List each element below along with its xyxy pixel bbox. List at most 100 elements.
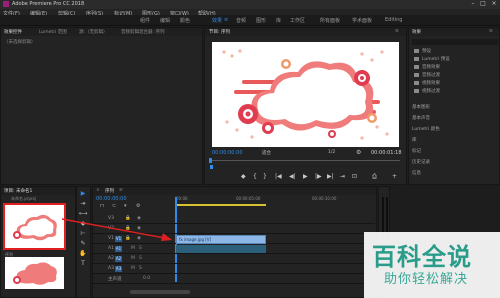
add-marker-timeline-icon[interactable]: ▾	[124, 203, 127, 209]
work-area-bar[interactable]	[176, 204, 266, 206]
mark-in-icon[interactable]: {	[253, 173, 257, 180]
resolution-dropdown[interactable]: 1/2	[328, 150, 335, 155]
timeline-menu-icon[interactable]: ≡	[119, 188, 123, 193]
effects-item-video-transitions[interactable]: 视频过渡	[414, 88, 440, 94]
selection-tool-icon[interactable]: ▶	[78, 190, 88, 199]
export-frame-icon[interactable]: ⎙	[372, 173, 377, 181]
fit-dropdown[interactable]: 适合	[262, 150, 271, 156]
snap-icon[interactable]: ⊓	[100, 203, 104, 209]
track-select-icon[interactable]: ⇥	[78, 200, 88, 209]
effects-item-lumetri-presets[interactable]: Lumetri 预设	[414, 56, 450, 62]
solo-icon[interactable]: S	[139, 246, 142, 251]
maximize-icon[interactable]: □	[478, 0, 488, 8]
timeline-timecode[interactable]: 00:00:00:00	[96, 196, 127, 202]
minimize-icon[interactable]: –	[468, 0, 478, 8]
tab-source[interactable]: 源:（无剪辑）	[79, 29, 108, 35]
solo-icon[interactable]: S	[139, 266, 142, 271]
workspace-custom[interactable]: Editing	[385, 17, 402, 23]
workspace-libraries[interactable]: 库	[276, 17, 281, 24]
workspace-bar: 组件 编辑 颜色 效果 ≡ 音频 图形 库 工作区 所有面板 学术面板 Edit…	[0, 15, 500, 26]
timeline-close-icon[interactable]: ×	[96, 188, 100, 193]
premiere-logo-icon	[3, 1, 9, 7]
zoom-handle[interactable]	[210, 165, 213, 169]
workspace-all-panels[interactable]: 所有面板	[320, 17, 340, 24]
track-target-a1[interactable]: A1	[115, 246, 122, 252]
workspace-color[interactable]: 颜色	[180, 17, 190, 24]
tab-lumetri-scopes[interactable]: Lumetri 范围	[39, 29, 67, 35]
hand-tool-icon[interactable]: ✋	[78, 250, 88, 259]
tab-audio-clip-mixer[interactable]: 音频剪辑混合器: 序列	[121, 29, 164, 35]
play-icon[interactable]: ▶	[303, 173, 308, 180]
source-panel: 效果控件 Lumetri 范围 源:（无剪辑） 音频剪辑混合器: 序列 （未选择…	[0, 27, 203, 185]
timeline-scrollbar[interactable]	[130, 290, 190, 294]
workspace-graphics[interactable]: 图形	[256, 17, 266, 24]
track-target-a2[interactable]: A2	[115, 256, 122, 262]
workspace-editing[interactable]: 编辑	[160, 17, 170, 24]
go-to-out-icon[interactable]: ▶|	[327, 173, 334, 180]
add-marker-icon[interactable]: ◆	[241, 173, 246, 180]
track-master: 主声道 0.0	[93, 275, 375, 284]
mute-icon[interactable]: M	[131, 246, 135, 251]
timeline-settings-icon[interactable]: ⚙	[136, 203, 140, 209]
mute-icon[interactable]: M	[131, 256, 135, 261]
section-libraries[interactable]: 库	[412, 137, 417, 143]
type-tool-icon[interactable]: T	[78, 260, 88, 269]
clip-thumbnail[interactable]	[5, 257, 64, 289]
panel-menu-icon[interactable]: ≡	[395, 29, 399, 34]
extract-icon[interactable]: ⊡	[352, 173, 357, 180]
solo-icon[interactable]: S	[139, 256, 142, 261]
folder-icon	[414, 88, 419, 93]
clip-thumbnail-selected[interactable]	[3, 203, 66, 250]
effects-search-input[interactable]	[412, 39, 498, 45]
button-editor-icon[interactable]: +	[392, 173, 397, 180]
lift-icon[interactable]: ⇥	[340, 173, 345, 180]
ruler-label-5: 00:00:05:00	[236, 196, 261, 201]
program-playhead[interactable]	[209, 158, 212, 163]
effects-item-audio-transitions[interactable]: 音频过渡	[414, 72, 440, 78]
section-lumetri-color[interactable]: Lumetri 颜色	[412, 126, 440, 132]
master-value[interactable]: 0.0	[143, 276, 150, 281]
tab-effects[interactable]: 效果	[412, 29, 421, 35]
effects-item-presets[interactable]: 预设	[414, 48, 431, 54]
track-target-a3[interactable]: A3	[115, 266, 122, 272]
program-scrub-bar[interactable]	[210, 160, 400, 161]
close-icon[interactable]: ×	[489, 0, 499, 8]
linked-selection-icon[interactable]: ⊂	[112, 203, 116, 209]
folder-icon	[414, 64, 419, 69]
effects-item-video-effects[interactable]: 视频效果	[414, 80, 440, 86]
workspace-academic[interactable]: 学术面板	[352, 17, 372, 24]
workspace-menu-icon[interactable]: ≡	[224, 17, 228, 23]
mute-icon[interactable]: M	[131, 266, 135, 271]
effects-item-audio-effects[interactable]: 音频效果	[414, 64, 440, 70]
step-back-icon[interactable]: ◀|	[289, 173, 296, 180]
settings-wrench-icon[interactable]: ⚙	[356, 149, 361, 156]
timeline-audio-waveform[interactable]	[176, 245, 266, 253]
mark-out-icon[interactable]: }	[263, 173, 267, 180]
workspace-workspace[interactable]: 工作区	[290, 17, 305, 24]
section-essential-sound[interactable]: 基本声音	[412, 115, 430, 121]
step-forward-icon[interactable]: |▶	[315, 173, 322, 180]
effects-tabs: 效果 ≡	[409, 28, 499, 36]
project-file-name: 未命名.prproj	[11, 196, 37, 201]
tab-effect-controls[interactable]: 效果控件	[4, 29, 22, 35]
go-to-in-icon[interactable]: |◀	[275, 173, 282, 180]
tab-project[interactable]: 项目: 未命名1	[4, 188, 32, 194]
section-essential-graphics[interactable]: 基本图形	[412, 104, 430, 110]
program-timecode-left[interactable]: 00:00:00:00	[212, 150, 243, 156]
tab-sequence[interactable]: 序列	[105, 188, 114, 194]
tab-program[interactable]: 节目: 序列	[209, 29, 230, 35]
project-tabs: 项目: 未命名1	[1, 187, 75, 195]
folder-icon	[414, 56, 419, 61]
workspace-effects[interactable]: 效果	[212, 17, 222, 24]
clip-thumbnail-image-2	[13, 262, 57, 285]
section-info[interactable]: 信息	[412, 170, 421, 176]
clip-thumbnail-image	[5, 205, 64, 248]
workspace-assembly[interactable]: 组件	[140, 17, 150, 24]
annotation-arrow	[61, 218, 172, 241]
timeline-clip-v1[interactable]: fx image.jpg [V]	[176, 235, 266, 244]
workspace-audio[interactable]: 音频	[236, 17, 246, 24]
section-history[interactable]: 历史记录	[412, 159, 430, 165]
section-markers[interactable]: 标记	[412, 148, 421, 154]
effects-menu-icon[interactable]: ≡	[489, 29, 493, 34]
source-panel-tabs: 效果控件 Lumetri 范围 源:（无剪辑） 音频剪辑混合器: 序列	[1, 28, 202, 36]
